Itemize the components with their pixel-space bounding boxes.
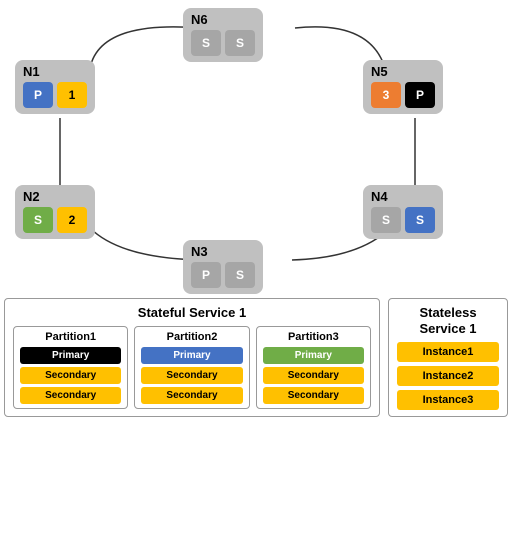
node-n6-chips: S S bbox=[191, 30, 255, 56]
partition2-secondary2: Secondary bbox=[141, 387, 242, 404]
node-n1-chips: P 1 bbox=[23, 82, 87, 108]
node-n2: N2 S 2 bbox=[15, 185, 95, 239]
partition2-box: Partition2 Primary Secondary Secondary bbox=[134, 326, 249, 409]
partition2-title: Partition2 bbox=[141, 331, 242, 343]
node-n3: N3 P S bbox=[183, 240, 263, 294]
node-n6: N6 S S bbox=[183, 8, 263, 62]
node-n3-label: N3 bbox=[191, 244, 208, 259]
chip-n5-1: P bbox=[405, 82, 435, 108]
partition1-secondary2: Secondary bbox=[20, 387, 121, 404]
node-n3-chips: P S bbox=[191, 262, 255, 288]
partition2-primary: Primary bbox=[141, 347, 242, 364]
node-n5: N5 3 P bbox=[363, 60, 443, 114]
legend-area: Stateful Service 1 Partition1 Primary Se… bbox=[4, 298, 508, 417]
chip-n4-0: S bbox=[371, 207, 401, 233]
partition3-secondary1: Secondary bbox=[263, 367, 364, 384]
node-n4-label: N4 bbox=[371, 189, 388, 204]
stateless-title: StatelessService 1 bbox=[397, 305, 499, 336]
chip-n5-0: 3 bbox=[371, 82, 401, 108]
chip-n1-1: 1 bbox=[57, 82, 87, 108]
chip-n6-0: S bbox=[191, 30, 221, 56]
partition3-secondary2: Secondary bbox=[263, 387, 364, 404]
node-n5-label: N5 bbox=[371, 64, 388, 79]
chip-n2-1: 2 bbox=[57, 207, 87, 233]
partition1-box: Partition1 Primary Secondary Secondary bbox=[13, 326, 128, 409]
partition3-primary: Primary bbox=[263, 347, 364, 364]
chip-n3-1: S bbox=[225, 262, 255, 288]
node-n2-chips: S 2 bbox=[23, 207, 87, 233]
instance2-chip: Instance2 bbox=[397, 366, 499, 386]
chip-n3-0: P bbox=[191, 262, 221, 288]
node-n1: N1 P 1 bbox=[15, 60, 95, 114]
chip-n6-1: S bbox=[225, 30, 255, 56]
partition2-secondary1: Secondary bbox=[141, 367, 242, 384]
node-n4: N4 S S bbox=[363, 185, 443, 239]
node-n4-chips: S S bbox=[371, 207, 435, 233]
partition1-primary: Primary bbox=[20, 347, 121, 364]
node-diagram: N6 S S N1 P 1 N5 3 P N2 S 2 N4 S S bbox=[0, 0, 512, 295]
node-n1-label: N1 bbox=[23, 64, 40, 79]
node-n5-chips: 3 P bbox=[371, 82, 435, 108]
chip-n1-0: P bbox=[23, 82, 53, 108]
stateful-service-box: Stateful Service 1 Partition1 Primary Se… bbox=[4, 298, 380, 417]
node-n6-label: N6 bbox=[191, 12, 208, 27]
partition1-secondary1: Secondary bbox=[20, 367, 121, 384]
partition1-title: Partition1 bbox=[20, 331, 121, 343]
instance3-chip: Instance3 bbox=[397, 390, 499, 410]
chip-n2-0: S bbox=[23, 207, 53, 233]
partition3-title: Partition3 bbox=[263, 331, 364, 343]
node-n2-label: N2 bbox=[23, 189, 40, 204]
partition3-box: Partition3 Primary Secondary Secondary bbox=[256, 326, 371, 409]
stateless-service-box: StatelessService 1 Instance1 Instance2 I… bbox=[388, 298, 508, 417]
chip-n4-1: S bbox=[405, 207, 435, 233]
partitions-row: Partition1 Primary Secondary Secondary P… bbox=[13, 326, 371, 409]
stateful-title: Stateful Service 1 bbox=[13, 305, 371, 320]
instance1-chip: Instance1 bbox=[397, 342, 499, 362]
